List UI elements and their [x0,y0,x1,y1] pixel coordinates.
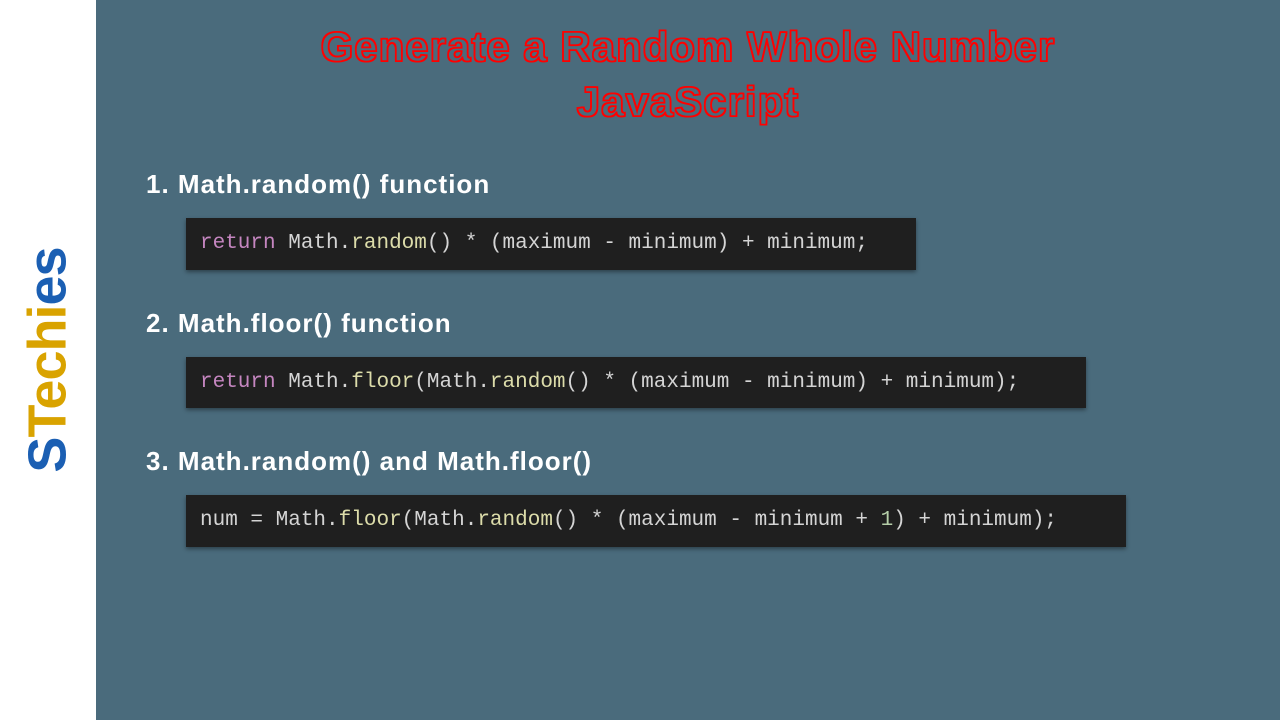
code-token: return [200,371,276,394]
code-token: () * (maximum - minimum) + minimum; [427,232,868,255]
code-token: . [477,371,490,394]
title-line-1: Generate a Random Whole Number [321,23,1056,70]
code-token: Math [427,371,477,394]
section-heading: 2. Math.floor() function [146,308,1230,339]
section-heading: 1. Math.random() function [146,169,1230,200]
code-token: ( [402,509,415,532]
code-token: num = [200,509,276,532]
code-token: Math [288,232,338,255]
code-token: ) + minimum); [893,509,1057,532]
code-token: ( [414,371,427,394]
code-token: Math [276,509,326,532]
code-token: floor [339,509,402,532]
code-token: . [339,371,352,394]
logo-letter: S [18,438,78,473]
code-token: . [339,232,352,255]
page-title: Generate a Random Whole Number JavaScrip… [146,20,1230,129]
section: 2. Math.floor() functionreturn Math.floo… [146,308,1230,409]
code-token: () * (maximum - minimum) + minimum); [566,371,1020,394]
title-line-2: JavaScript [577,78,799,125]
section: 1. Math.random() function return Math.ran… [146,169,1230,270]
code-token: 1 [881,509,894,532]
code-token: . [465,509,478,532]
logo: STechies [17,247,79,472]
code-token: random [490,371,566,394]
code-token: Math [288,371,338,394]
code-token [276,232,289,255]
section-heading: 3. Math.random() and Math.floor() [146,446,1230,477]
code-token: return [200,232,276,255]
section: 3. Math.random() and Math.floor() num = M… [146,446,1230,547]
code-block: return Math.random() * (maximum - minimu… [186,218,916,270]
sections-container: 1. Math.random() functionreturn Math.ran… [146,169,1230,547]
code-token: random [477,509,553,532]
code-token: . [326,509,339,532]
logo-letter: T [18,410,78,438]
code-block: num = Math.floor(Math.random() * (maximu… [186,495,1126,547]
code-token: floor [351,371,414,394]
logo-letter: es [18,247,78,305]
logo-letter: i [18,305,78,319]
logo-letter: ech [18,320,78,410]
sidebar: STechies [0,0,96,720]
code-token: random [351,232,427,255]
code-token: Math [414,509,464,532]
code-token: () * (maximum - minimum + [553,509,881,532]
main-slide: Generate a Random Whole Number JavaScrip… [96,0,1280,720]
code-block: return Math.floor(Math.random() * (maxim… [186,357,1086,409]
code-token [276,371,289,394]
